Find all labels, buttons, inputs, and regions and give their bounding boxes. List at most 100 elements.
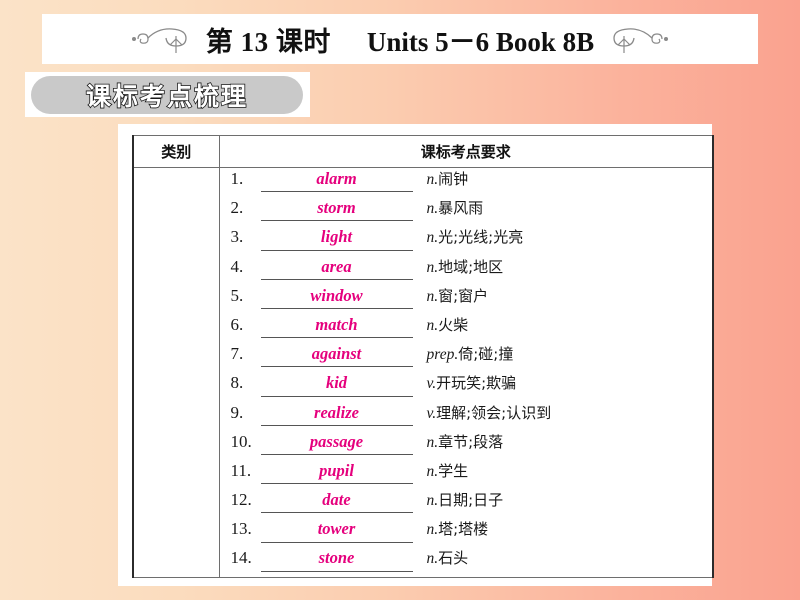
- entry-number: 13.: [230, 519, 252, 539]
- entry-number: 4.: [230, 256, 244, 276]
- entry-chinese: 光;光线;光亮: [438, 228, 524, 247]
- section-badge-pill: 课标考点梳理: [31, 75, 303, 114]
- entry-answer-blank[interactable]: light: [260, 226, 413, 251]
- entry-definition: n.地域;地区: [413, 256, 713, 277]
- entry-definition: n.暴风雨: [413, 197, 713, 218]
- entry-definition: n.塔;塔楼: [413, 518, 713, 539]
- entry-answer-blank[interactable]: alarm: [260, 168, 413, 193]
- entry-definition: n.学生: [413, 460, 713, 481]
- list-item: 9. realize v.理解;领会;认识到: [220, 402, 713, 431]
- entry-chinese: 开玩笑;欺骗: [436, 374, 517, 393]
- entry-part-of-speech: n.: [426, 462, 439, 480]
- list-item: 12. date n.日期;日子: [220, 489, 713, 518]
- entry-number: 10.: [230, 431, 252, 451]
- entry-chinese: 地域;地区: [438, 257, 504, 276]
- entry-definition: n.日期;日子: [413, 489, 713, 510]
- entry-number: 7.: [230, 344, 244, 364]
- list-item: 11. pupil n.学生: [220, 460, 713, 489]
- entry-number: 8.: [230, 373, 244, 393]
- category-cell: [132, 167, 220, 578]
- entry-answer-blank[interactable]: kid: [260, 372, 413, 397]
- entry-part-of-speech: n.: [426, 287, 439, 305]
- list-item: 6. match n.火柴: [220, 314, 713, 343]
- list-item: 2. storm n.暴风雨: [220, 197, 713, 226]
- entry-chinese: 窗;窗户: [438, 286, 489, 305]
- swirl-flourish-left-icon: [130, 22, 192, 56]
- swirl-flourish-right-icon: [608, 22, 670, 56]
- entry-number: 11.: [230, 460, 252, 480]
- entry-answer-blank[interactable]: storm: [260, 197, 413, 222]
- entry-number: 1.: [230, 169, 244, 188]
- entry-number: 14.: [230, 548, 252, 568]
- entry-number: 3.: [230, 227, 244, 247]
- units-title: Units 5－6 Book 8B: [366, 26, 595, 57]
- entry-definition: n.火柴: [413, 314, 713, 335]
- list-item: 7. against prep.倚;碰;撞: [220, 343, 713, 372]
- table-header-row: 类别 课标考点要求: [132, 135, 714, 168]
- entry-definition: n.石头: [413, 547, 713, 568]
- entry-chinese: 闹钟: [438, 170, 469, 188]
- list-item: 3. light n.光;光线;光亮: [220, 226, 713, 255]
- entry-part-of-speech: n.: [426, 316, 439, 334]
- entry-number: 9.: [230, 402, 244, 422]
- entry-part-of-speech: n.: [426, 229, 439, 247]
- entry-answer-blank[interactable]: tower: [260, 518, 413, 543]
- entry-answer-blank[interactable]: stone: [260, 547, 413, 572]
- entry-part-of-speech: n.: [426, 171, 439, 188]
- entry-definition: n.闹钟: [413, 168, 713, 189]
- entry-definition: v.开玩笑;欺骗: [413, 372, 713, 393]
- entry-chinese: 暴风雨: [438, 199, 484, 218]
- entry-chinese: 石头: [438, 549, 469, 568]
- entry-definition: v.理解;领会;认识到: [413, 402, 713, 423]
- table-body-row: 1. alarm n.闹钟 2. storm n.暴风雨 3. light n.…: [132, 167, 714, 578]
- list-item: 5. window n.窗;窗户: [220, 285, 713, 314]
- entry-definition: n.章节;段落: [413, 431, 713, 452]
- column-header-category: 类别: [132, 135, 220, 168]
- entry-answer-blank[interactable]: area: [260, 256, 413, 280]
- entry-part-of-speech: n.: [426, 550, 439, 568]
- entry-number: 5.: [230, 285, 244, 305]
- content-sheet: 类别 课标考点要求 1. alarm n.闹钟 2. storm n.暴风雨 3…: [118, 124, 714, 586]
- entry-number: 6.: [230, 314, 244, 334]
- list-item: 10. passage n.章节;段落: [220, 431, 713, 460]
- entry-answer-blank[interactable]: pupil: [260, 460, 413, 485]
- page-title-band: 第 13 课时 Units 5－6 Book 8B: [42, 14, 758, 64]
- vocabulary-table: 类别 课标考点要求 1. alarm n.闹钟 2. storm n.暴风雨 3…: [132, 135, 714, 578]
- entry-definition: n.窗;窗户: [413, 285, 713, 306]
- entry-number: 2.: [230, 198, 244, 218]
- list-item: 8. kid v.开玩笑;欺骗: [220, 372, 713, 401]
- entry-chinese: 学生: [438, 461, 469, 480]
- list-item: 13. tower n.塔;塔楼: [220, 518, 713, 547]
- entry-answer-blank[interactable]: match: [260, 314, 413, 339]
- entry-answer-blank[interactable]: realize: [260, 402, 413, 426]
- lesson-title: 第 13 课时: [205, 26, 331, 57]
- entry-answer-blank[interactable]: against: [260, 343, 413, 368]
- entry-part-of-speech: n.: [426, 200, 439, 218]
- entry-part-of-speech: n.: [426, 258, 439, 276]
- entry-answer-blank[interactable]: passage: [260, 431, 413, 455]
- entry-chinese: 火柴: [438, 315, 469, 334]
- section-badge: 课标考点梳理: [25, 72, 310, 117]
- entry-part-of-speech: prep.: [426, 346, 459, 364]
- section-badge-label: 课标考点梳理: [85, 81, 248, 112]
- vocabulary-entry-list: 1. alarm n.闹钟 2. storm n.暴风雨 3. light n.…: [220, 168, 713, 577]
- entry-number: 12.: [230, 490, 252, 510]
- entry-answer-blank[interactable]: date: [260, 489, 413, 514]
- entry-chinese: 章节;段落: [438, 432, 504, 451]
- list-item: 14. stone n.石头: [220, 547, 713, 576]
- requirement-cell: 1. alarm n.闹钟 2. storm n.暴风雨 3. light n.…: [218, 167, 714, 578]
- column-header-requirement: 课标考点要求: [218, 135, 714, 168]
- entry-answer-blank[interactable]: window: [260, 285, 413, 310]
- entry-chinese: 理解;领会;认识到: [436, 403, 552, 422]
- entry-definition: n.光;光线;光亮: [413, 226, 713, 247]
- entry-chinese: 塔;塔楼: [438, 520, 489, 539]
- list-item: 4. area n.地域;地区: [220, 256, 713, 285]
- entry-part-of-speech: n.: [426, 521, 439, 539]
- entry-part-of-speech: n.: [426, 492, 439, 510]
- entry-chinese: 倚;碰;撞: [458, 345, 514, 364]
- entry-part-of-speech: n.: [426, 433, 439, 451]
- entry-chinese: 日期;日子: [438, 491, 504, 510]
- entry-definition: prep.倚;碰;撞: [413, 343, 713, 364]
- list-item: 1. alarm n.闹钟: [220, 168, 713, 197]
- entry-part-of-speech: v.: [426, 404, 437, 422]
